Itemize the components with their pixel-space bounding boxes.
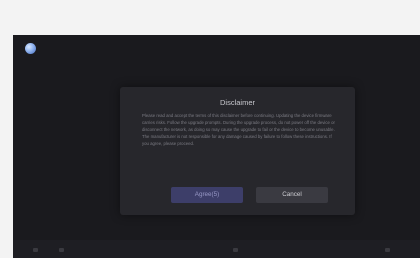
disclaimer-dialog: Disclaimer Please read and accept the te… [120, 87, 355, 215]
cancel-button[interactable]: Cancel [256, 187, 328, 203]
bottom-bar [13, 240, 420, 258]
bottom-bar-icon [385, 248, 390, 252]
agree-button[interactable]: Agree(5) [171, 187, 243, 203]
bottom-bar-icon [33, 248, 38, 252]
dialog-title: Disclaimer [219, 98, 255, 107]
bottom-bar-icon [233, 248, 238, 252]
dialog-body-text: Please read and accept the terms of this… [142, 113, 335, 146]
bottom-bar-icon [59, 248, 64, 252]
app-screen: Disclaimer Please read and accept the te… [13, 35, 420, 258]
globe-icon[interactable] [25, 43, 36, 54]
